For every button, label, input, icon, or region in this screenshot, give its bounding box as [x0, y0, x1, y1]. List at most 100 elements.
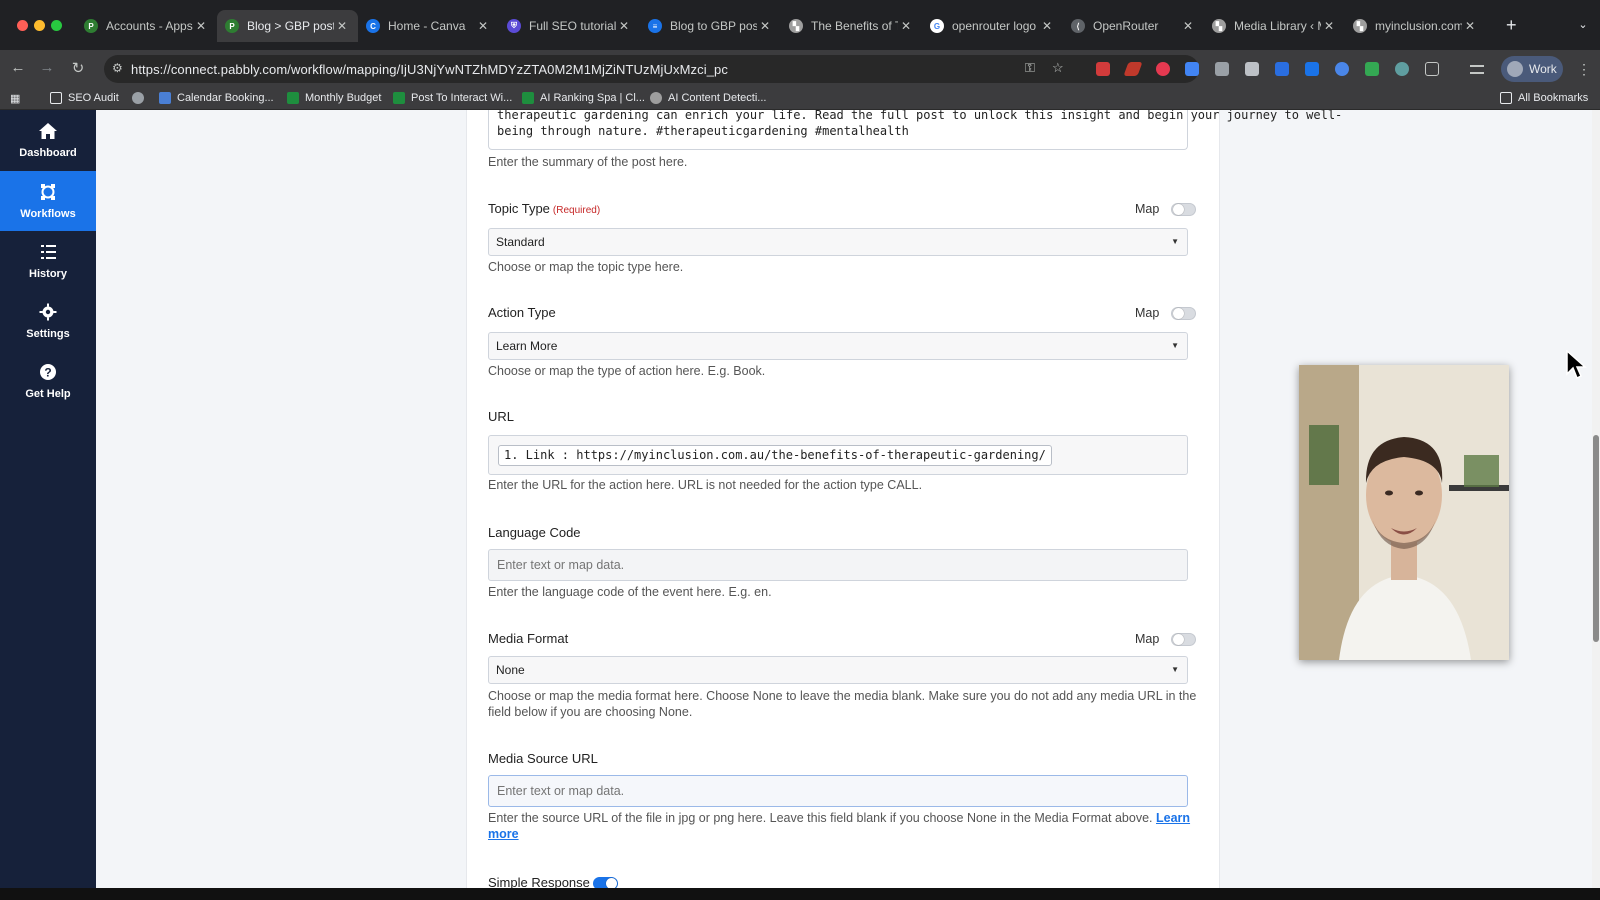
presenter-video-image: [1299, 365, 1509, 660]
tab-close-icon[interactable]: ✕: [757, 19, 773, 33]
password-key-icon[interactable]: ⚿: [1025, 60, 1035, 76]
tab-favicon: ▚: [1212, 19, 1226, 33]
tab-close-icon[interactable]: ✕: [193, 19, 209, 33]
language-code-input[interactable]: [488, 549, 1188, 581]
media-format-select[interactable]: None ▼: [488, 656, 1188, 684]
calendar-icon: [159, 92, 171, 104]
browser-menu-icon[interactable]: ⋮: [1577, 61, 1591, 78]
tab-close-icon[interactable]: ✕: [334, 19, 350, 33]
sidebar-item-history[interactable]: History: [0, 231, 96, 291]
back-icon[interactable]: ←: [8, 59, 28, 76]
apps-grid-icon[interactable]: ▦: [10, 92, 20, 105]
summary-textarea[interactable]: therapeutic gardening can enrich your li…: [488, 110, 1342, 150]
reload-icon[interactable]: ↻: [68, 59, 88, 77]
bookmark-item[interactable]: Calendar Booking...: [159, 92, 274, 104]
tab-close-icon[interactable]: ✕: [475, 19, 491, 33]
tab-close-icon[interactable]: ✕: [1039, 19, 1055, 33]
browser-tab[interactable]: Gopenrouter logo ✕: [922, 10, 1063, 42]
browser-tab[interactable]: ▚ myinclusion.com ✕: [1345, 10, 1486, 42]
browser-tab[interactable]: ▚ The Benefits of T ✕: [781, 10, 922, 42]
page-scrollbar-thumb[interactable]: [1593, 435, 1599, 642]
extension-icon[interactable]: [1185, 62, 1199, 76]
action-type-select[interactable]: Learn More ▼: [488, 332, 1188, 360]
browser-tab[interactable]: ≡ Blog to GBP post ✕: [640, 10, 781, 42]
caret-down-icon: ▼: [1171, 341, 1179, 350]
action-type-map-toggle[interactable]: [1171, 307, 1196, 320]
profile-chip[interactable]: Work: [1501, 56, 1563, 82]
address-bar[interactable]: ⚙ https://connect.pabbly.com/workflow/ma…: [104, 55, 1199, 83]
extensions-puzzle-icon[interactable]: [1425, 62, 1439, 76]
sidebar-item-label: Dashboard: [19, 147, 77, 159]
bookmark-item[interactable]: Post To Interact Wi...: [393, 92, 512, 104]
window-minimize-button[interactable]: [34, 20, 45, 31]
toggle-knob: [1173, 308, 1184, 319]
browser-toolbar: ← → ↻ ⚙ https://connect.pabbly.com/workf…: [0, 50, 1600, 88]
media-format-map-toggle[interactable]: [1171, 633, 1196, 646]
simple-response-toggle[interactable]: [593, 877, 618, 888]
browser-tab[interactable]: ⟨ OpenRouter ✕: [1063, 10, 1204, 42]
extension-icon[interactable]: [1275, 62, 1289, 76]
window-close-button[interactable]: [17, 20, 28, 31]
browser-tab[interactable]: ⛨ Full SEO tutorial ✕: [499, 10, 640, 42]
webcam-overlay: [1299, 365, 1509, 660]
reading-list-icon[interactable]: [1470, 65, 1484, 74]
bookmark-label: AI Ranking Spa | Cl...: [540, 92, 645, 104]
caret-down-icon: ▼: [1171, 237, 1179, 246]
action-type-help: Choose or map the type of action here. E…: [488, 364, 766, 378]
topic-type-select[interactable]: Standard ▼: [488, 228, 1188, 256]
folder-icon: [50, 92, 62, 104]
sidebar-item-dashboard[interactable]: Dashboard: [0, 110, 96, 170]
list-icon: [41, 245, 56, 259]
all-bookmarks-button[interactable]: All Bookmarks: [1500, 92, 1588, 104]
sidebar-item-workflows[interactable]: Workflows: [0, 171, 96, 231]
extension-icon[interactable]: [1335, 62, 1349, 76]
tab-title: Full SEO tutorial: [529, 19, 616, 33]
mapped-url-chip[interactable]: 1. Link : https://myinclusion.com.au/the…: [498, 445, 1052, 466]
browser-tab[interactable]: P Accounts - Apps ✕: [76, 10, 217, 42]
site-info-icon[interactable]: ⚙: [112, 61, 123, 75]
tab-close-icon[interactable]: ✕: [1462, 19, 1478, 33]
bookmark-item[interactable]: [132, 92, 150, 104]
address-url[interactable]: https://connect.pabbly.com/workflow/mapp…: [131, 62, 728, 77]
summary-line: being through nature. #therapeuticgarden…: [497, 123, 909, 138]
url-field[interactable]: 1. Link : https://myinclusion.com.au/the…: [488, 435, 1188, 475]
browser-tab-active[interactable]: P Blog > GBP post ✕: [217, 10, 358, 42]
extension-icon[interactable]: [1096, 62, 1110, 76]
map-label: Map: [1135, 306, 1160, 320]
globe-icon: [132, 92, 144, 104]
extension-icon[interactable]: [1215, 62, 1229, 76]
media-source-url-input[interactable]: [488, 775, 1188, 807]
topic-type-map-toggle[interactable]: [1171, 203, 1196, 216]
browser-tab[interactable]: C Home - Canva ✕: [358, 10, 499, 42]
tab-close-icon[interactable]: ✕: [1321, 19, 1337, 33]
simple-response-label: Simple Response: [488, 875, 590, 888]
bookmark-item[interactable]: SEO Audit: [50, 92, 119, 104]
download-extension-icon[interactable]: [1305, 62, 1319, 76]
language-code-help: Enter the language code of the event her…: [488, 585, 772, 599]
bookmark-item[interactable]: AI Content Detecti...: [650, 92, 766, 104]
extension-icon[interactable]: [1395, 62, 1409, 76]
forward-icon[interactable]: →: [37, 59, 57, 76]
tab-close-icon[interactable]: ✕: [898, 19, 914, 33]
extension-icon[interactable]: [1156, 62, 1170, 76]
new-tab-button[interactable]: +: [1506, 16, 1517, 34]
browser-tab[interactable]: ▚ Media Library ‹ M ✕: [1204, 10, 1345, 42]
home-icon: [39, 123, 57, 139]
sidebar-item-settings[interactable]: Settings: [0, 291, 96, 351]
bookmark-item[interactable]: Monthly Budget: [287, 92, 381, 104]
tab-close-icon[interactable]: ✕: [616, 19, 632, 33]
bookmark-item[interactable]: AI Ranking Spa | Cl...: [522, 92, 645, 104]
avatar: [1507, 61, 1523, 77]
topic-type-label-text: Topic Type: [488, 201, 550, 216]
camera-extension-icon[interactable]: [1245, 62, 1259, 76]
tab-search-button[interactable]: ⌄: [1573, 18, 1593, 34]
sheets-icon: [522, 92, 534, 104]
tab-close-icon[interactable]: ✕: [1180, 19, 1196, 33]
bookmarks-bar: ▦ SEO Audit Calendar Booking... Monthly …: [0, 88, 1600, 110]
tab-favicon: ⛨: [507, 19, 521, 33]
tab-favicon: ≡: [648, 19, 662, 33]
window-maximize-button[interactable]: [51, 20, 62, 31]
bookmark-star-icon[interactable]: ☆: [1052, 60, 1064, 76]
sidebar-item-get-help[interactable]: ? Get Help: [0, 351, 96, 411]
extension-icon[interactable]: [1365, 62, 1379, 76]
